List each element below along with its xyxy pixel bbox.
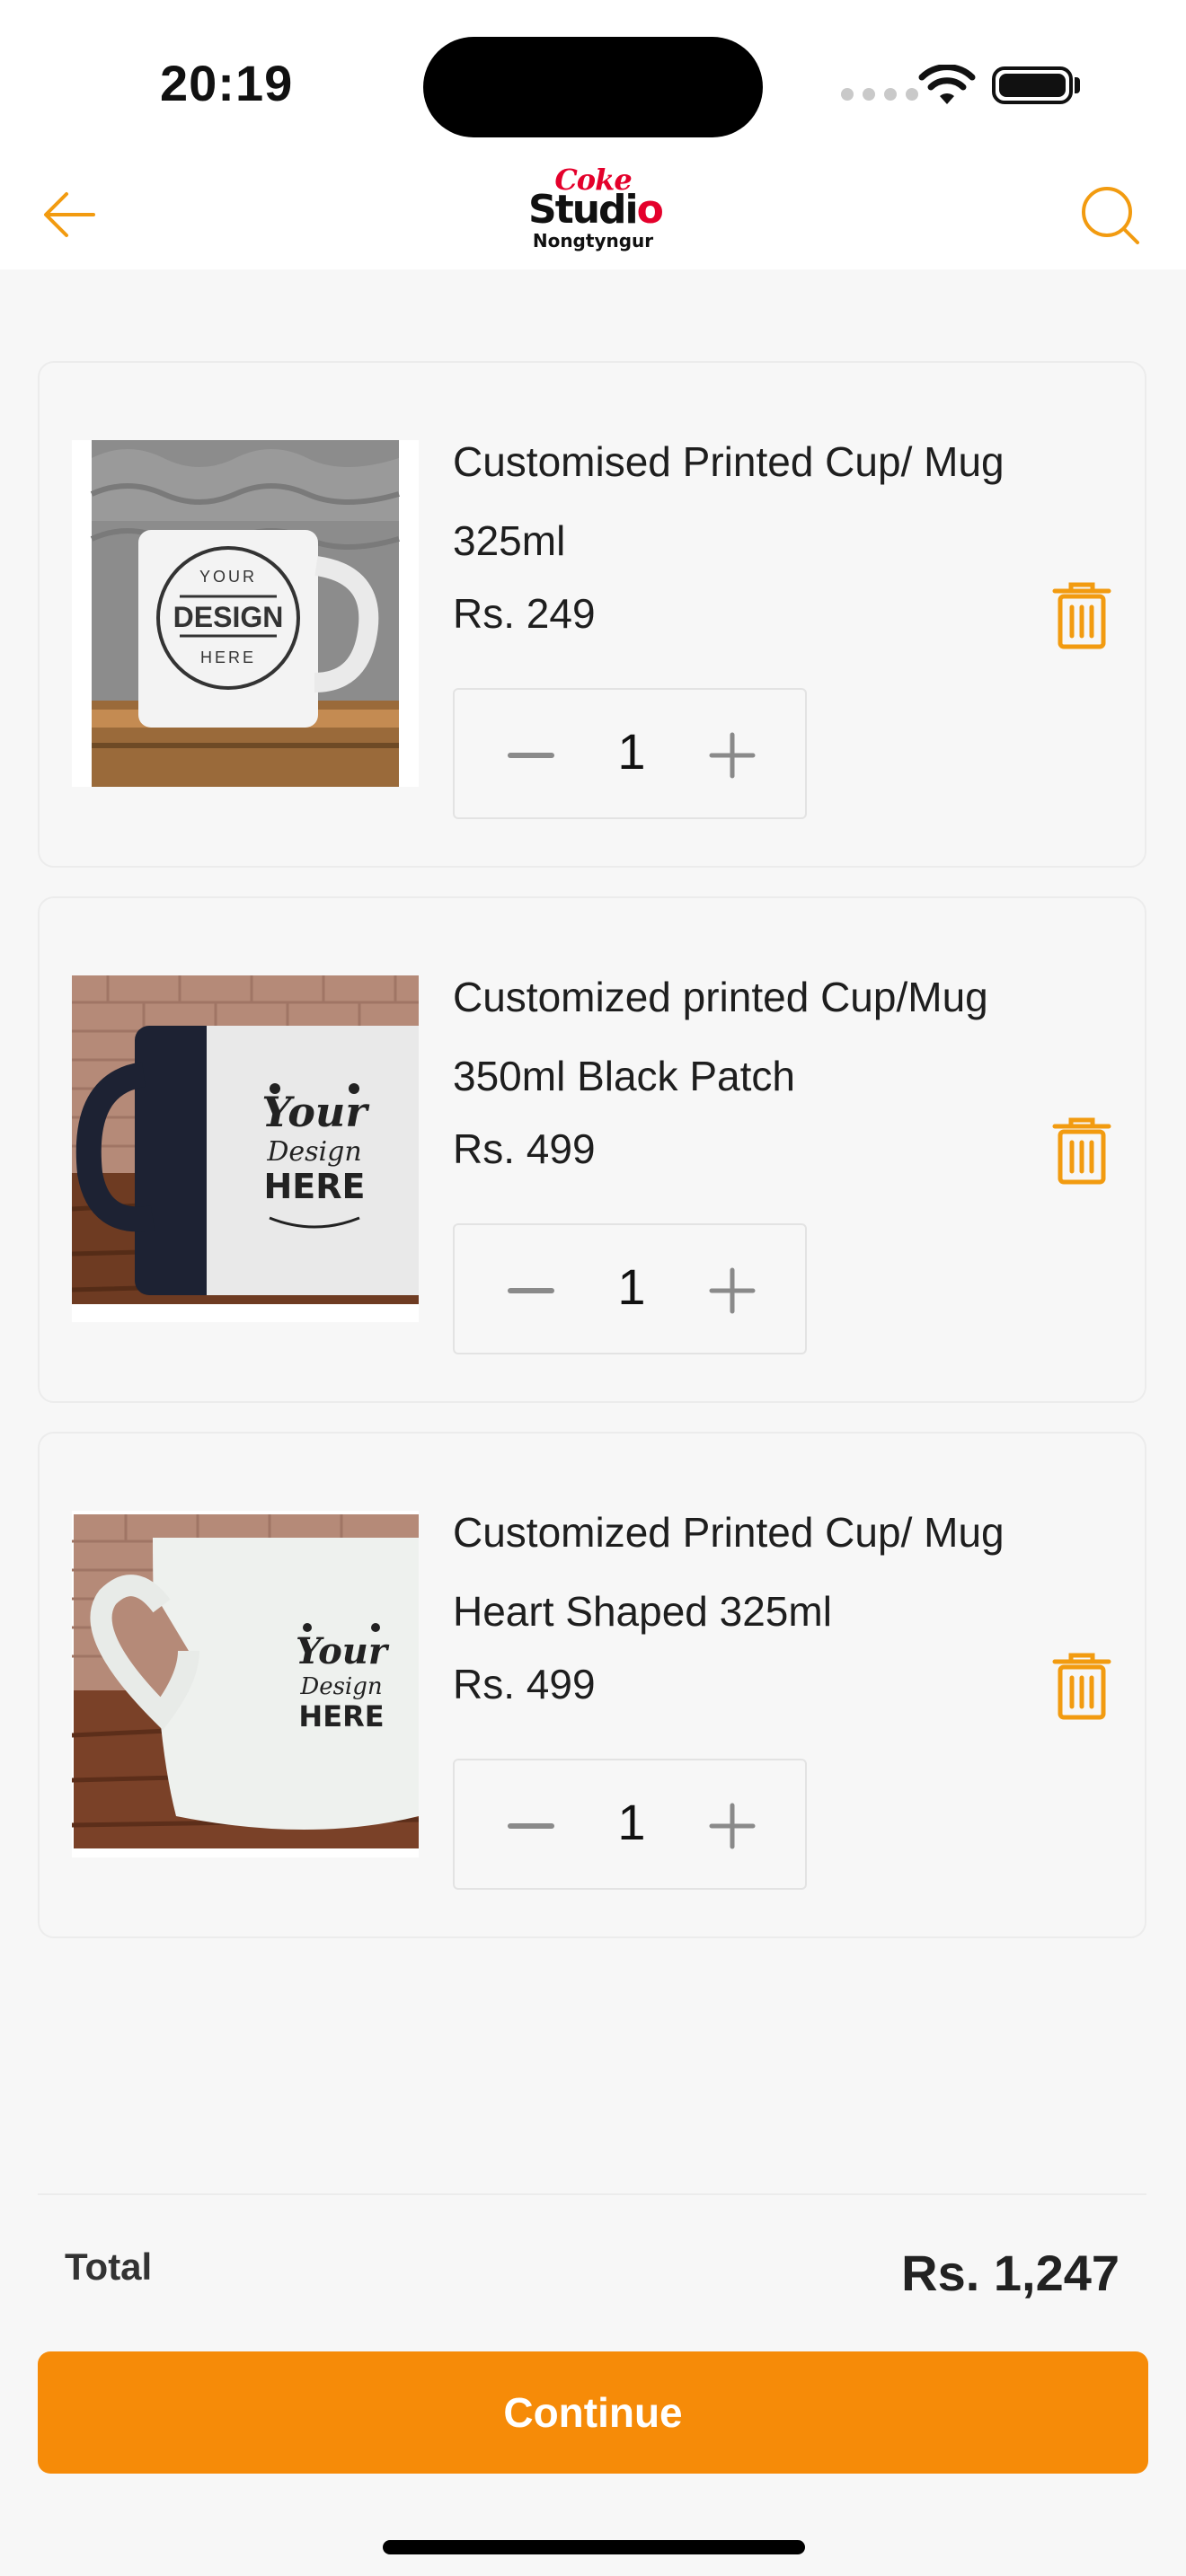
quantity-stepper: 1 [453, 688, 807, 819]
quantity-stepper: 1 [453, 1223, 807, 1354]
trash-icon[interactable] [1051, 582, 1112, 650]
mug-print-design: Design [299, 1673, 382, 1700]
total-label: Total [65, 2245, 153, 2288]
status-bar: 20:19 [0, 0, 1186, 162]
continue-button[interactable]: Continue [38, 2351, 1148, 2474]
product-price: Rs. 499 [453, 1661, 596, 1707]
product-image-black-patch-mug[interactable]: Your Design HERE [72, 975, 419, 1322]
mug-print-your: Your [261, 1088, 370, 1136]
minus-icon[interactable] [500, 1259, 562, 1322]
quantity-stepper: 1 [453, 1759, 807, 1890]
navigation-bar: Coke Studio Nongtyngur [0, 162, 1186, 269]
cart-list: YOUR DESIGN HERE Customised Printed Cup/… [38, 361, 1146, 1967]
mug-print-here: HERE [264, 1167, 366, 1206]
mug-print-design: DESIGN [173, 601, 284, 633]
quantity-value: 1 [617, 1258, 646, 1315]
cellular-signal-icon [841, 88, 918, 101]
home-indicator [383, 2540, 805, 2554]
trash-icon[interactable] [1051, 1117, 1112, 1186]
mug-print-design: Design [266, 1136, 361, 1168]
cart-item: Your Design HERE Customized printed Cup/… [38, 896, 1146, 1403]
plus-icon[interactable] [701, 1795, 764, 1857]
coke-studio-logo: Coke Studio Nongtyngur [528, 165, 664, 259]
battery-icon [992, 66, 1073, 104]
logo-line-studio: Studio [528, 187, 664, 233]
product-name: Customised Printed Cup/ Mug 325ml [453, 438, 1005, 564]
cart-item: Your Design HERE Customized Printed Cup/… [38, 1432, 1146, 1938]
product-image-white-mug[interactable]: YOUR DESIGN HERE [72, 440, 419, 787]
quantity-value: 1 [617, 723, 646, 780]
mug-print-here: HERE [200, 648, 256, 666]
cart-item: YOUR DESIGN HERE Customised Printed Cup/… [38, 361, 1146, 868]
plus-icon[interactable] [701, 1259, 764, 1322]
minus-icon[interactable] [500, 1795, 562, 1857]
arrow-left-icon[interactable] [40, 185, 99, 244]
dynamic-island [423, 37, 763, 137]
product-image-heart-handle-mug[interactable]: Your Design HERE [72, 1511, 419, 1857]
product-name: Customized Printed Cup/ Mug Heart Shaped… [453, 1509, 1005, 1635]
wifi-icon [918, 65, 976, 104]
product-price: Rs. 249 [453, 590, 596, 637]
total-value: Rs. 1,247 [901, 2245, 1120, 2301]
plus-icon[interactable] [701, 724, 764, 787]
mug-print-here: HERE [298, 1699, 384, 1734]
product-name: Customized printed Cup/Mug 350ml Black P… [453, 974, 988, 1099]
minus-icon[interactable] [500, 724, 562, 787]
quantity-value: 1 [617, 1794, 646, 1850]
mug-print-your: YOUR [199, 568, 257, 586]
trash-icon[interactable] [1051, 1653, 1112, 1721]
search-icon[interactable] [1080, 185, 1143, 248]
logo-line-place: Nongtyngur [532, 230, 654, 251]
mug-print-your: Your [296, 1630, 390, 1672]
summary-divider [38, 2193, 1146, 2195]
product-price: Rs. 499 [453, 1125, 596, 1172]
status-time: 20:19 [160, 55, 294, 111]
